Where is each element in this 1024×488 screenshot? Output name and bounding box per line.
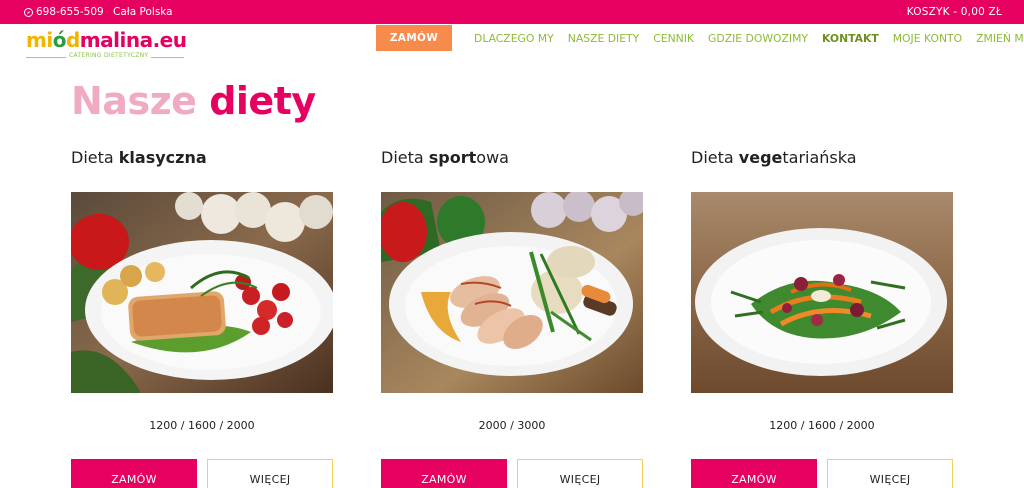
diet-calories: 1200 / 1600 / 2000: [149, 419, 255, 432]
diet-title-prefix: Dieta: [691, 148, 739, 167]
diet-title-suffix: tariańska: [782, 148, 857, 167]
nav-item-our-diets[interactable]: NASZE DIETY: [568, 32, 639, 45]
diet-order-button[interactable]: ZAMÓW: [691, 459, 817, 488]
top-bar: 698-655-509 Cała Polska KOSZYK - 0,00 ZŁ: [0, 0, 1024, 24]
phone-number[interactable]: 698-655-509: [36, 6, 104, 18]
diet-title-bold: sport: [428, 148, 477, 167]
diet-title-bold: klasyczna: [118, 148, 207, 167]
diet-more-button[interactable]: WIĘCEJ: [827, 459, 953, 488]
logo[interactable]: miódmalina.eu CATERING DIETETYCZNY: [26, 30, 188, 62]
diet-title-suffix: owa: [476, 148, 509, 167]
nav-item-pricing[interactable]: CENNIK: [653, 32, 694, 45]
nav-item-my-account[interactable]: MOJE KONTO: [893, 32, 962, 45]
diet-image-chicken-plate[interactable]: [381, 192, 643, 393]
logo-text-part1: mi: [26, 28, 53, 52]
phone-icon: [24, 7, 33, 17]
diet-more-button[interactable]: WIĘCEJ: [517, 459, 643, 488]
diet-image-salmon-plate[interactable]: [71, 192, 333, 393]
diet-card-vegetarian: Dieta vegetariańska 1200 / 1600 / 2000 Z…: [691, 148, 953, 488]
diet-title: Dieta sportowa: [381, 148, 643, 172]
diet-card-classic: Dieta klasyczna 1200 / 1600 / 2000 ZAMÓW…: [71, 148, 333, 488]
nav-item-delivery-area[interactable]: GDZIE DOWOZIMY: [708, 32, 808, 45]
page-title-light: Nasze: [71, 79, 197, 123]
logo-text-part3: malina.eu: [79, 28, 187, 52]
region-label: Cała Polska: [113, 6, 173, 18]
nav-item-change-city[interactable]: ZMIEŃ MIASTO: [976, 32, 1024, 45]
diet-calories: 1200 / 1600 / 2000: [769, 419, 875, 432]
cart-link[interactable]: KOSZYK - 0,00 ZŁ: [907, 6, 1002, 18]
diet-order-button[interactable]: ZAMÓW: [71, 459, 197, 488]
nav-item-why-us[interactable]: DLACZEGO MY: [474, 32, 554, 45]
page-title: Nasze diety: [71, 79, 316, 123]
logo-text-o: ó: [52, 28, 67, 52]
diet-card-sport: Dieta sportowa 2000 / 3000 ZAMÓW WIĘCEJ: [381, 148, 643, 488]
main-nav: DLACZEGO MY NASZE DIETY CENNIK GDZIE DOW…: [474, 32, 1024, 45]
diet-more-button[interactable]: WIĘCEJ: [207, 459, 333, 488]
diet-title: Dieta klasyczna: [71, 148, 333, 172]
nav-item-contact[interactable]: KONTAKT: [822, 32, 879, 45]
diet-title: Dieta vegetariańska: [691, 148, 953, 172]
page-title-dark: diety: [209, 79, 316, 123]
phone-contact[interactable]: 698-655-509: [24, 6, 104, 18]
diet-calories: 2000 / 3000: [478, 419, 546, 432]
diet-title-prefix: Dieta: [381, 148, 429, 167]
logo-text-part2: d: [65, 28, 80, 52]
logo-tagline: CATERING DIETETYCZNY: [66, 52, 152, 59]
diet-title-bold: vege: [738, 148, 783, 167]
diet-image-salad-plate[interactable]: [691, 192, 953, 393]
header-order-button[interactable]: ZAMÓW: [376, 25, 452, 51]
diet-order-button[interactable]: ZAMÓW: [381, 459, 507, 488]
diet-title-prefix: Dieta: [71, 148, 119, 167]
